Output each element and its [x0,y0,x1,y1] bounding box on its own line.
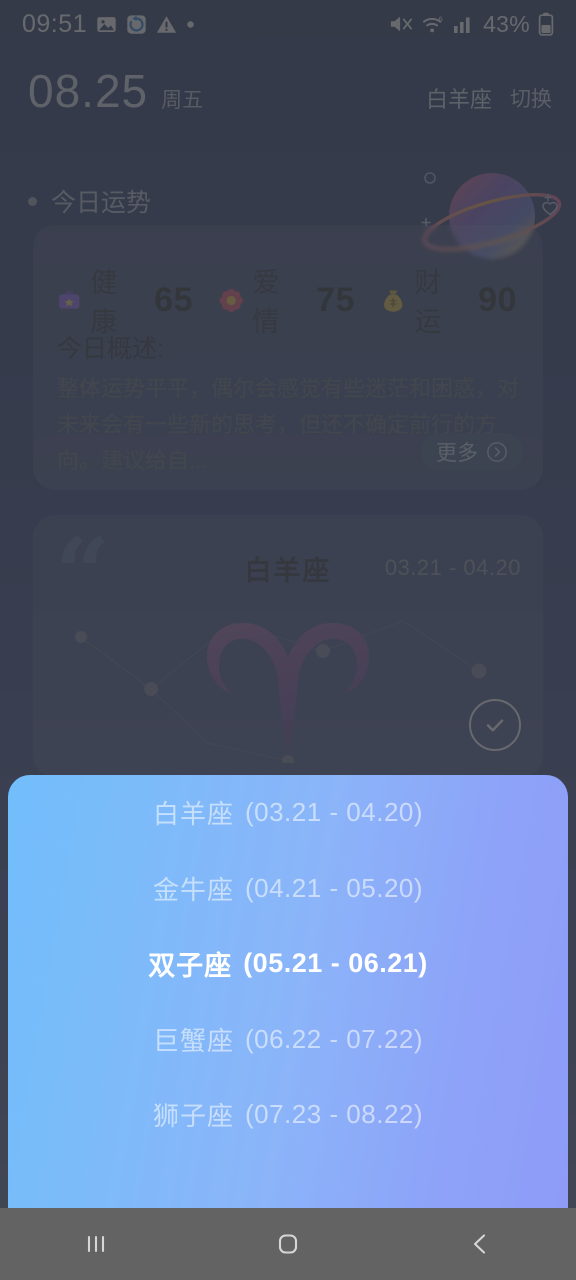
home-icon [278,1234,298,1254]
system-navigation-bar [0,1208,576,1280]
picker-item-range: (07.23 - 08.22) [244,1099,424,1130]
picker-item-3[interactable]: 巨蟹座 (06.22 - 07.22) [8,1002,568,1078]
picker-item-range: (06.22 - 07.22) [244,1023,424,1054]
picker-item-name: 巨蟹座 [152,1025,234,1056]
recents-icon [87,1235,105,1253]
picker-item-2[interactable]: 双子座 (05.21 - 06.21) [8,926,568,1002]
recents-button[interactable] [36,1208,156,1280]
picker-item-range: (03.21 - 04.20) [244,797,424,828]
back-icon [473,1234,486,1254]
picker-item-4[interactable]: 狮子座 (07.23 - 08.22) [8,1077,568,1153]
picker-item-range: (05.21 - 06.21) [243,948,428,979]
sign-picker-sheet: 白羊座 (03.21 - 04.20) 金牛座 (04.21 - 05.20) 双子座 (… [8,775,568,1208]
picker-item-name: 白羊座 [152,799,234,830]
picker-item-name: 双子座 [148,951,233,982]
picker-item-0[interactable]: 白羊座 (03.21 - 04.20) [8,775,568,851]
picker-item-name: 狮子座 [152,1101,234,1132]
home-button[interactable] [228,1208,348,1280]
picker-item-name: 金牛座 [152,874,234,905]
picker-item-range: (04.21 - 05.20) [244,872,424,903]
back-button[interactable] [420,1208,540,1280]
picker-item-1[interactable]: 金牛座 (04.21 - 05.20) [8,851,568,927]
sign-picker-list[interactable]: 白羊座 (03.21 - 04.20) 金牛座 (04.21 - 05.20) 双子座 (… [8,775,568,1153]
